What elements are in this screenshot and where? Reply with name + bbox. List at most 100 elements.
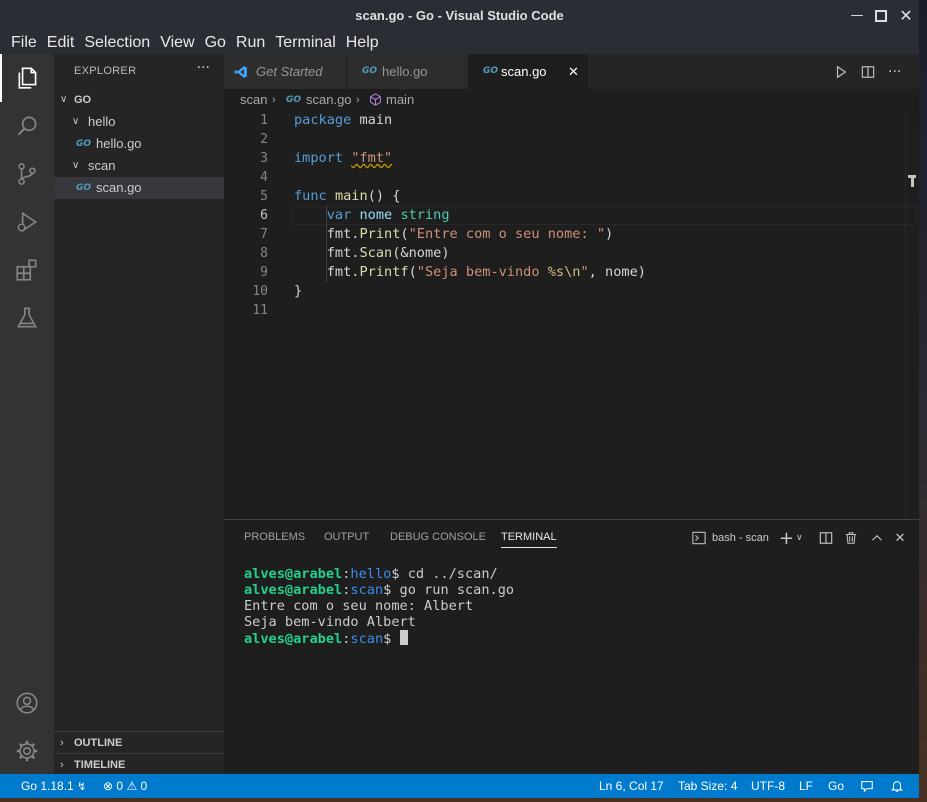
line-number: 2 <box>260 132 268 147</box>
tree-folder-hello[interactable]: ∨ hello <box>54 111 224 133</box>
code-line: } <box>294 283 303 299</box>
cursor-position-status[interactable]: Ln 6, Col 17 <box>599 774 664 798</box>
code-line: package main <box>294 112 393 128</box>
menu-terminal[interactable]: Terminal <box>275 34 335 52</box>
tab-label: scan.go <box>501 64 547 79</box>
line-number: 9 <box>260 265 268 280</box>
error-icon: ⊗ <box>103 779 114 793</box>
editor-tab-bar: Get Started GO hello.go GO scan.go ✕ ··· <box>224 54 919 89</box>
account-icon[interactable] <box>0 679 54 727</box>
status-bar: Go 1.18.1 ↯ ⊗ 0 ⚠ 0 Ln 6, Col 17 Tab Siz… <box>0 774 919 798</box>
run-icon[interactable] <box>834 65 848 79</box>
breadcrumb: scan › GO scan.go › main <box>224 89 919 111</box>
terminal-selector[interactable]: bash - scan <box>712 532 769 544</box>
line-number: 8 <box>260 246 268 261</box>
tab-size-status[interactable]: Tab Size: 4 <box>678 774 737 798</box>
close-tab-icon[interactable]: ✕ <box>568 54 579 89</box>
tree-folder-scan[interactable]: ∨ scan <box>54 155 224 177</box>
panel-tab-terminal[interactable]: TERMINAL <box>501 531 557 548</box>
vscode-logo-icon <box>234 66 247 78</box>
panel-tab-output[interactable]: OUTPUT <box>324 531 369 543</box>
extensions-icon[interactable] <box>0 246 54 294</box>
feedback-icon[interactable] <box>860 779 874 793</box>
editor-actions: ··· <box>834 54 901 89</box>
line-number: 10 <box>252 284 268 299</box>
breadcrumb-symbol[interactable]: main <box>386 89 414 111</box>
close-panel-icon[interactable]: ✕ <box>895 531 906 546</box>
language-status[interactable]: Go <box>828 774 844 798</box>
panel-tab-problems[interactable]: PROBLEMS <box>244 531 305 543</box>
settings-gear-icon[interactable] <box>0 727 54 775</box>
terminal-icon <box>692 531 706 545</box>
tab-scan-go[interactable]: GO scan.go ✕ <box>469 54 589 89</box>
new-terminal-icon[interactable]: + <box>779 528 794 549</box>
code-line: func main() { <box>294 188 401 204</box>
chevron-down-icon[interactable]: ∨ <box>796 533 803 543</box>
line-number-current: 6 <box>260 208 268 223</box>
tab-get-started[interactable]: Get Started <box>224 54 347 89</box>
menu-run[interactable]: Run <box>236 34 265 52</box>
tree-folder-label: hello <box>88 114 116 129</box>
line-number: 11 <box>252 303 268 318</box>
trash-icon[interactable] <box>844 531 858 545</box>
code-line: fmt.Printf("Seja bem-vindo %s\n", nome) <box>294 264 646 280</box>
chevron-right-icon: › <box>60 759 64 771</box>
tab-label: hello.go <box>382 64 428 79</box>
code-editor[interactable]: 1 2 3 4 5 6 7 8 9 10 11 package main imp… <box>224 111 919 519</box>
encoding-status[interactable]: UTF-8 <box>751 774 785 798</box>
chevron-right-icon: › <box>60 737 64 749</box>
source-control-icon[interactable] <box>0 150 54 198</box>
breadcrumb-folder[interactable]: scan <box>240 89 267 111</box>
chevron-down-icon: ∨ <box>60 94 68 105</box>
timeline-label: TIMELINE <box>74 759 126 771</box>
problems-status[interactable]: ⊗ 0 ⚠ 0 <box>103 774 147 798</box>
vscode-window: scan.go - Go - Visual Studio Code — ✕ Fi… <box>0 0 919 798</box>
tree-file-label: hello.go <box>96 136 142 151</box>
maximize-panel-icon[interactable] <box>871 532 883 544</box>
testing-flask-icon[interactable] <box>0 294 54 342</box>
split-editor-icon[interactable] <box>861 65 875 79</box>
terminal-line: alves@arabel:hello$ cd ../scan/ <box>244 566 498 582</box>
go-file-icon: GO <box>483 66 499 76</box>
lightning-icon: ↯ <box>77 781 87 793</box>
code-line: var nome string <box>326 207 450 223</box>
maximize-icon[interactable] <box>873 8 889 24</box>
notifications-bell-icon[interactable] <box>890 779 904 793</box>
outline-section[interactable]: › OUTLINE <box>54 731 224 753</box>
menu-file[interactable]: File <box>11 34 37 52</box>
run-debug-icon[interactable] <box>0 198 54 246</box>
editor-scrollbar[interactable] <box>905 111 919 519</box>
close-window-icon[interactable]: ✕ <box>898 8 914 24</box>
go-version-status[interactable]: Go 1.18.1 ↯ <box>21 774 86 798</box>
bottom-panel: PROBLEMS OUTPUT DEBUG CONSOLE TERMINAL b… <box>224 519 919 774</box>
tab-hello-go[interactable]: GO hello.go <box>348 54 468 89</box>
timeline-section[interactable]: › TIMELINE <box>54 753 224 775</box>
go-file-icon: GO <box>76 139 92 149</box>
menu-edit[interactable]: Edit <box>47 34 75 52</box>
tree-file-scan-go[interactable]: GO scan.go <box>54 177 224 199</box>
tree-file-hello-go[interactable]: GO hello.go <box>54 133 224 155</box>
terminal-prompt[interactable]: alves@arabel:scan$ <box>244 630 408 647</box>
workspace-root[interactable]: ∨ GO <box>54 89 224 111</box>
line-number: 1 <box>260 113 268 128</box>
explorer-icon[interactable] <box>0 54 54 102</box>
breadcrumb-file[interactable]: scan.go <box>306 89 352 111</box>
eol-status[interactable]: LF <box>799 774 813 798</box>
split-terminal-icon[interactable] <box>819 531 833 545</box>
menu-help[interactable]: Help <box>346 34 379 52</box>
panel-tab-debug-console[interactable]: DEBUG CONSOLE <box>390 531 486 543</box>
line-number: 7 <box>260 227 268 242</box>
chevron-down-icon: ∨ <box>72 116 80 127</box>
more-actions-icon[interactable]: ··· <box>888 64 901 80</box>
menu-view[interactable]: View <box>160 34 194 52</box>
method-symbol-icon <box>370 93 381 106</box>
minimize-icon[interactable]: — <box>849 8 865 24</box>
go-file-icon: GO <box>286 95 302 105</box>
terminal-line: alves@arabel:scan$ go run scan.go <box>244 582 515 598</box>
search-icon[interactable] <box>0 102 54 150</box>
more-actions-icon[interactable]: ··· <box>197 60 210 76</box>
chevron-right-icon: › <box>356 94 360 106</box>
menu-selection[interactable]: Selection <box>84 34 150 52</box>
menu-go[interactable]: Go <box>205 34 226 52</box>
title-bar: scan.go - Go - Visual Studio Code — ✕ <box>0 0 919 32</box>
